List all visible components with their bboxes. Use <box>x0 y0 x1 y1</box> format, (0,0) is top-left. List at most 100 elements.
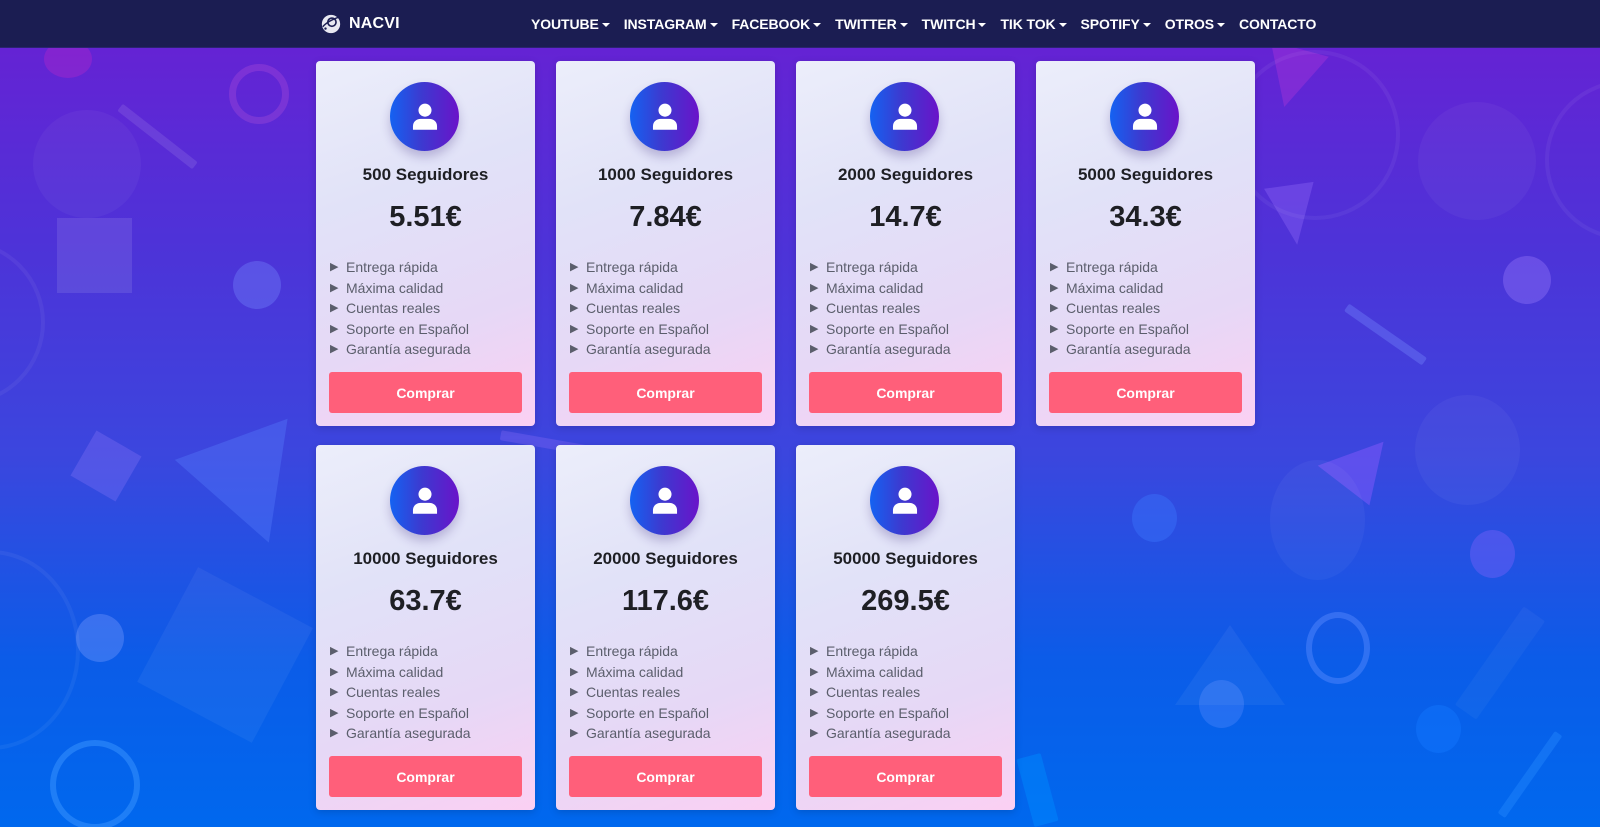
feature-list: ▶ Entrega rápida ▶ Máxima calidad ▶ Cuentas r… <box>1050 257 1191 360</box>
nav-facebook-dropdown[interactable]: FACEBOOK <box>725 16 829 32</box>
feature-text: Cuentas reales <box>586 300 681 317</box>
triangle-right-icon: ▶ <box>810 706 819 719</box>
buy-button[interactable]: Comprar <box>1049 372 1242 413</box>
triangle-right-icon: ▶ <box>330 645 339 657</box>
feature-item: ▶ Garantía asegurada <box>330 339 471 360</box>
nav-label: YOUTUBE <box>531 16 599 32</box>
feature-text: Máxima calidad <box>346 663 444 680</box>
bg-circle <box>1470 530 1515 578</box>
nav-label: FACEBOOK <box>731 16 811 32</box>
package-price: 7.84€ <box>629 201 702 233</box>
nav-spotify-dropdown[interactable]: SPOTIFY <box>1074 16 1158 32</box>
feature-item: ▶ Soporte en Español <box>1050 319 1191 340</box>
feature-text: Entrega rápida <box>826 643 918 659</box>
triangle-right-icon: ▶ <box>570 665 579 678</box>
feature-item: ▶ Garantía asegurada <box>570 339 711 360</box>
feature-item: ▶ Soporte en Español <box>570 319 711 340</box>
nav-youtube-dropdown[interactable]: YOUTUBE <box>524 16 617 32</box>
triangle-right-icon: ▶ <box>1050 302 1059 315</box>
caret-down-icon <box>1142 22 1151 27</box>
feature-text: Entrega rápida <box>586 643 678 659</box>
feature-text: Entrega rápida <box>1066 259 1158 275</box>
feature-item: ▶ Entrega rápida <box>570 257 711 278</box>
triangle-right-icon: ▶ <box>330 686 339 699</box>
feature-text: Garantía asegurada <box>346 725 471 742</box>
package-price: 63.7€ <box>389 585 462 617</box>
caret-down-icon <box>709 22 718 27</box>
nav-label: SPOTIFY <box>1080 16 1140 32</box>
bg-square <box>70 430 142 502</box>
nav-otros-dropdown[interactable]: OTROS <box>1158 16 1232 32</box>
package-price: 269.5€ <box>861 585 950 617</box>
bg-bar <box>1454 606 1546 720</box>
feature-item: ▶ Soporte en Español <box>330 703 471 724</box>
triangle-right-icon: ▶ <box>810 343 819 356</box>
feature-text: Cuentas reales <box>586 684 681 701</box>
nav-twitch-dropdown[interactable]: TWITCH <box>915 16 994 32</box>
feature-list: ▶ Entrega rápida ▶ Máxima calidad ▶ Cuentas r… <box>330 257 471 360</box>
feature-list: ▶ Entrega rápida ▶ Máxima calidad ▶ Cuentas r… <box>810 257 951 360</box>
nav-contacto-link[interactable]: CONTACTO <box>1232 16 1323 32</box>
feature-text: Entrega rápida <box>346 259 438 275</box>
feature-text: Entrega rápida <box>346 643 438 659</box>
package-title: 5000 Seguidores <box>1077 165 1214 184</box>
bg-ring <box>0 240 45 405</box>
feature-text: Soporte en Español <box>1066 320 1189 337</box>
brand-name: NACVI <box>349 15 400 32</box>
feature-list: ▶ Entrega rápida ▶ Máxima calidad ▶ Cuentas r… <box>810 641 951 744</box>
feature-text: Garantía asegurada <box>1066 341 1191 358</box>
feature-item: ▶ Cuentas reales <box>570 682 711 703</box>
caret-down-icon <box>899 22 908 27</box>
bg-circle <box>76 614 124 662</box>
feature-text: Cuentas reales <box>1066 300 1161 317</box>
feature-item: ▶ Cuentas reales <box>330 298 471 319</box>
buy-button[interactable]: Comprar <box>329 756 522 797</box>
nav-instagram-dropdown[interactable]: INSTAGRAM <box>617 16 725 32</box>
triangle-right-icon: ▶ <box>330 322 339 335</box>
triangle-right-icon: ▶ <box>810 281 819 294</box>
buy-button[interactable]: Comprar <box>569 756 762 797</box>
triangle-right-icon: ▶ <box>330 706 339 719</box>
triangle-right-icon: ▶ <box>1050 322 1059 335</box>
feature-text: Máxima calidad <box>586 663 684 680</box>
triangle-right-icon: ▶ <box>1050 343 1059 356</box>
feature-item: ▶ Soporte en Español <box>810 319 951 340</box>
feature-item: ▶ Entrega rápida <box>330 257 471 278</box>
triangle-right-icon: ▶ <box>570 706 579 719</box>
feature-item: ▶ Garantía asegurada <box>330 723 471 744</box>
triangle-right-icon: ▶ <box>1050 261 1059 273</box>
feature-text: Máxima calidad <box>346 279 444 296</box>
package-title: 20000 Seguidores <box>593 549 738 568</box>
user-icon <box>870 82 939 151</box>
feature-list: ▶ Entrega rápida ▶ Máxima calidad ▶ Cuentas r… <box>330 641 471 744</box>
feature-text: Entrega rápida <box>826 259 918 275</box>
feature-list: ▶ Entrega rápida ▶ Máxima calidad ▶ Cuentas r… <box>570 257 711 360</box>
feature-text: Soporte en Español <box>826 320 949 337</box>
user-icon <box>630 466 699 535</box>
bg-bar <box>1344 303 1427 366</box>
buy-button[interactable]: Comprar <box>329 372 522 413</box>
triangle-right-icon: ▶ <box>810 665 819 678</box>
bg-ring <box>0 550 80 750</box>
feature-item: ▶ Entrega rápida <box>810 641 951 662</box>
feature-text: Garantía asegurada <box>586 341 711 358</box>
feature-text: Cuentas reales <box>346 300 441 317</box>
nav-tiktok-dropdown[interactable]: TIK TOK <box>993 16 1073 32</box>
feature-text: Máxima calidad <box>826 279 924 296</box>
nav-twitter-dropdown[interactable]: TWITTER <box>828 16 915 32</box>
buy-button[interactable]: Comprar <box>809 372 1002 413</box>
nav-label: CONTACTO <box>1239 16 1317 32</box>
bg-square <box>137 567 313 743</box>
feature-item: ▶ Soporte en Español <box>810 703 951 724</box>
feature-item: ▶ Máxima calidad <box>810 278 951 299</box>
buy-button[interactable]: Comprar <box>809 756 1002 797</box>
feature-text: Entrega rápida <box>586 259 678 275</box>
buy-button[interactable]: Comprar <box>569 372 762 413</box>
feature-text: Garantía asegurada <box>586 725 711 742</box>
feature-item: ▶ Cuentas reales <box>810 682 951 703</box>
feature-text: Soporte en Español <box>586 320 709 337</box>
triangle-right-icon: ▶ <box>570 302 579 315</box>
triangle-right-icon: ▶ <box>570 261 579 273</box>
feature-item: ▶ Garantía asegurada <box>810 339 951 360</box>
brand-link[interactable]: NACVI <box>320 0 400 48</box>
